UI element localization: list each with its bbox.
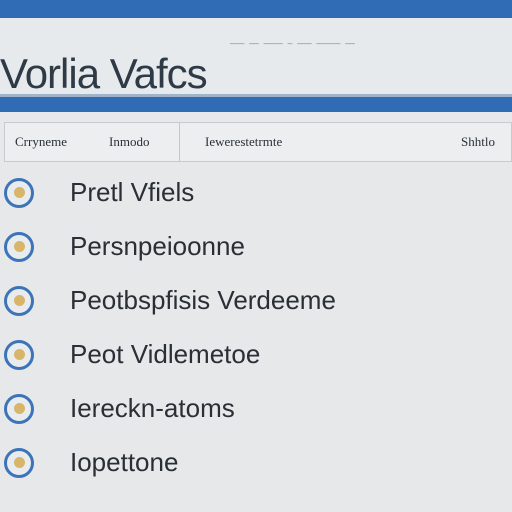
- list-item-label: Peotbspfisis Verdeeme: [70, 285, 336, 315]
- shield-icon: [4, 448, 34, 478]
- tab-4[interactable]: Shhtlo: [461, 123, 495, 161]
- shield-icon: [4, 394, 34, 424]
- shield-icon: [4, 286, 34, 316]
- tab-divider: [179, 123, 180, 161]
- list-item-label: Iopettone: [70, 447, 179, 477]
- list-item[interactable]: Peot Vidlemetoe: [0, 332, 512, 382]
- list-item[interactable]: Persnpeioonne: [0, 224, 512, 274]
- shield-icon: [4, 232, 34, 262]
- list-item-label: Iereckn-atoms: [70, 393, 235, 423]
- list-item[interactable]: Peotbspfisis Verdeeme: [0, 278, 512, 328]
- list-item[interactable]: Iereckn-atoms: [0, 386, 512, 436]
- tab-3[interactable]: Iewerestetrmte: [205, 123, 282, 161]
- window-title: Vorlia Vafcs: [0, 50, 208, 97]
- list-item[interactable]: Iopettone: [0, 440, 512, 490]
- title-bar: Vorlia Vafcs ——— —— ———— — ——— ————— ——: [0, 18, 512, 97]
- main-panel: Crryneme Inmodo Iewerestetrmte Shhtlo Pr…: [0, 112, 512, 512]
- list-item-label: Persnpeioonne: [70, 231, 245, 261]
- list-item-label: Pretl Vfiels: [70, 177, 195, 207]
- shield-icon: [4, 178, 34, 208]
- tab-1[interactable]: Crryneme: [15, 123, 67, 161]
- title-subtext: ——— —— ———— — ——— ————— ——: [230, 40, 355, 49]
- shield-icon: [4, 340, 34, 370]
- list-item-label: Peot Vidlemetoe: [70, 339, 261, 369]
- tab-bar: Crryneme Inmodo Iewerestetrmte Shhtlo: [4, 122, 512, 162]
- list-item[interactable]: Pretl Vfiels: [0, 170, 512, 220]
- tab-2[interactable]: Inmodo: [109, 123, 149, 161]
